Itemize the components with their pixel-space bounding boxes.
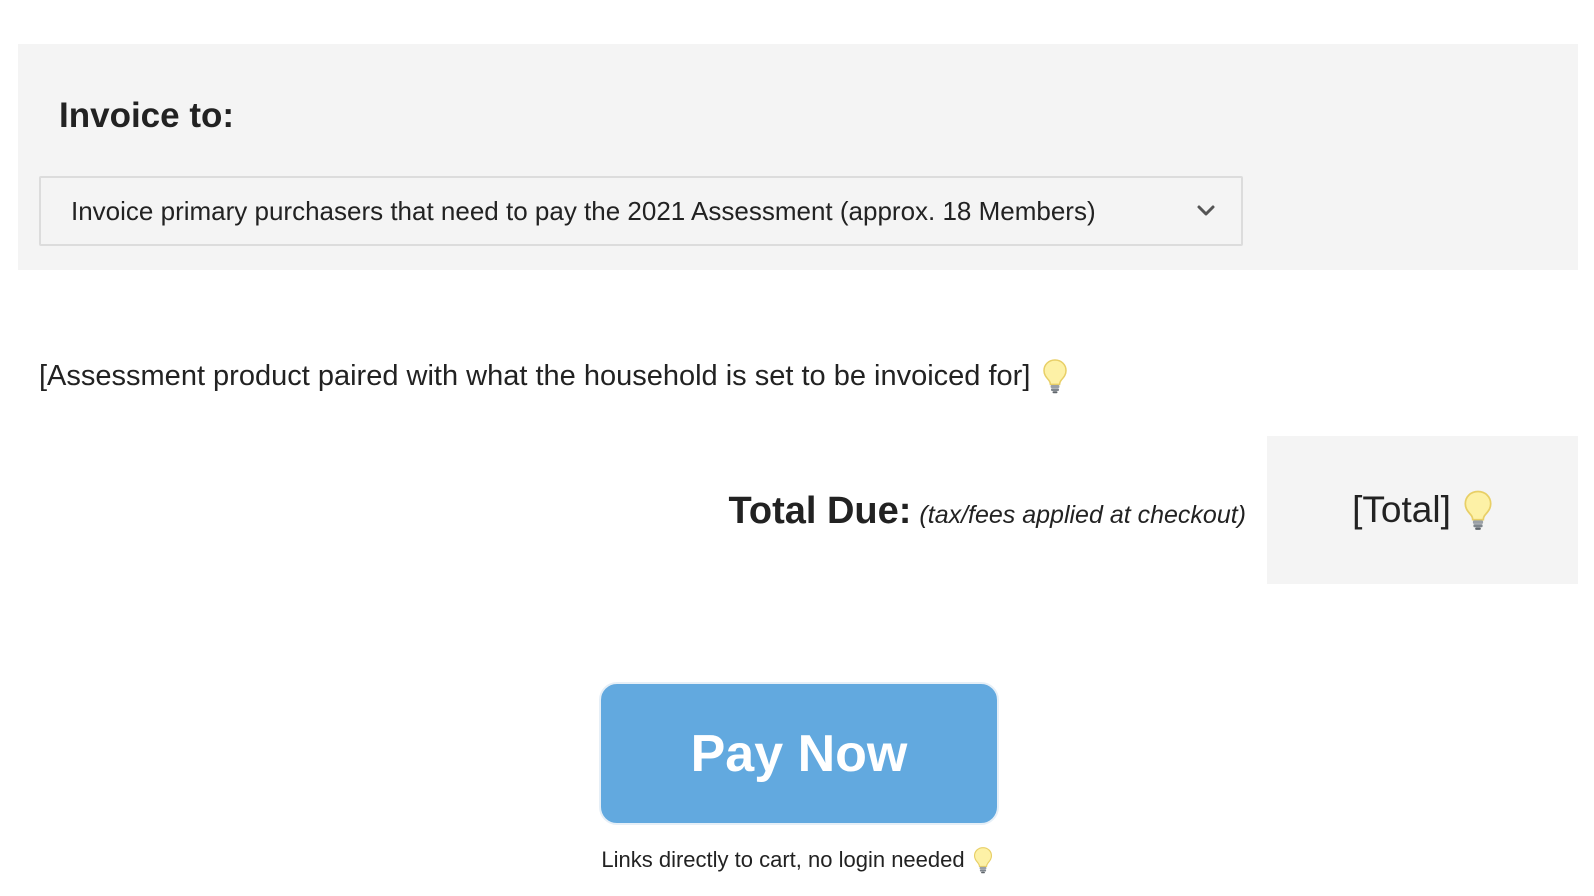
cart-link-note-text: Links directly to cart, no login needed <box>601 847 965 872</box>
assessment-product-text: [Assessment product paired with what the… <box>39 359 1031 392</box>
total-due-label: Total Due: <box>728 490 912 532</box>
total-value-box: [Total] <box>1267 436 1578 584</box>
invoice-recipient-selected-value: Invoice primary purchasers that need to … <box>71 195 1096 226</box>
invoice-heading: Invoice to: <box>59 96 235 135</box>
chevron-down-icon <box>1197 205 1215 216</box>
invoice-page: Invoice to: Invoice primary purchasers t… <box>0 0 1594 896</box>
pay-now-button[interactable]: Pay Now <box>599 682 999 825</box>
total-value: [Total] <box>1352 489 1451 530</box>
total-due-note: (tax/fees applied at checkout) <box>919 501 1246 529</box>
invoice-to-panel: Invoice to: Invoice primary purchasers t… <box>18 44 1578 270</box>
invoice-recipient-select[interactable]: Invoice primary purchasers that need to … <box>39 176 1243 246</box>
lightbulb-icon <box>1043 359 1068 394</box>
lightbulb-icon <box>1464 490 1492 530</box>
cart-link-note: Links directly to cart, no login needed <box>0 846 1594 874</box>
lightbulb-icon <box>973 847 992 874</box>
total-due-label-group: Total Due: (tax/fees applied at checkout… <box>728 490 1246 533</box>
assessment-product-line: [Assessment product paired with what the… <box>39 358 1068 394</box>
